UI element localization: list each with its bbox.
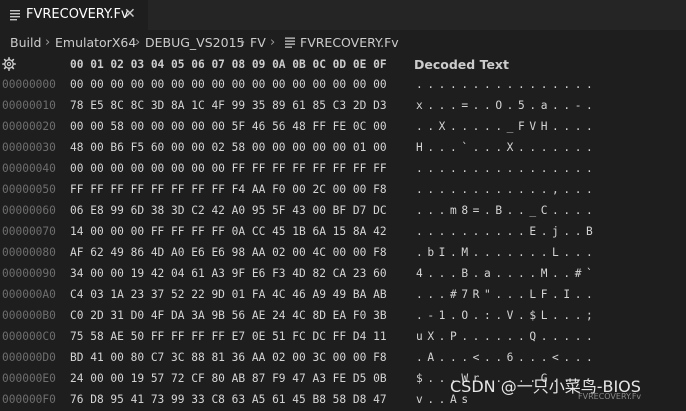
breadcrumb-item-fv[interactable]: FV	[250, 35, 266, 51]
hex-row[interactable]: 00000000 00 00 00 00 00 00 00 00 00 00 0…	[0, 76, 686, 96]
row-decoded-text[interactable]: ..X....._FVH....	[416, 120, 597, 133]
gear-icon[interactable]	[2, 57, 16, 71]
row-bytes[interactable]: 76 D8 95 41 73 99 33 C8 63 A5 61 45 B8 5…	[70, 393, 387, 406]
breadcrumb-separator: ›	[270, 35, 276, 50]
row-bytes[interactable]: 75 58 AE 50 FF FF FF FF E7 0E 51 FC DC F…	[70, 330, 387, 343]
row-bytes[interactable]: BD 41 00 80 C7 3C 88 81 36 AA 02 00 3C 0…	[70, 351, 387, 364]
breadcrumb-item-emulatorx64[interactable]: EmulatorX64	[55, 35, 136, 51]
hex-row[interactable]: 00000040 00 00 00 00 00 00 00 00 FF FF F…	[0, 160, 686, 180]
hex-row[interactable]: 000000B0 C0 2D 31 D0 4F DA 3A 9B 56 AE 2…	[0, 307, 686, 327]
breadcrumb-separator: ›	[135, 35, 141, 50]
row-decoded-text[interactable]: ................	[416, 162, 597, 175]
breadcrumb-item-build[interactable]: Build	[10, 35, 41, 51]
tab-fvrecovery[interactable]: FVRECOVERY.Fv ✕	[0, 0, 149, 30]
tab-strip: FVRECOVERY.Fv ✕	[0, 0, 686, 30]
row-bytes[interactable]: 00 00 58 00 00 00 00 00 5F 46 56 48 FF F…	[70, 120, 387, 133]
row-decoded-text[interactable]: .A...<..6...<...	[416, 351, 597, 364]
row-decoded-text[interactable]: 4...B.a....M..#`	[416, 267, 597, 280]
row-decoded-text[interactable]: ................	[416, 78, 597, 91]
row-offset: 00000010	[2, 99, 56, 112]
close-icon[interactable]: ✕	[124, 5, 136, 23]
row-offset: 000000D0	[2, 351, 56, 364]
row-bytes[interactable]: C4 03 1A 23 37 52 22 9D 01 FA 4C 46 A9 4…	[70, 288, 387, 301]
row-decoded-text[interactable]: x...=..O.5.a..-.	[416, 99, 597, 112]
breadcrumb-item-file[interactable]: FVRECOVERY.Fv	[300, 35, 399, 51]
row-bytes[interactable]: 00 00 00 00 00 00 00 00 FF FF FF FF FF F…	[70, 162, 387, 175]
row-offset: 000000B0	[2, 309, 56, 322]
row-offset: 000000C0	[2, 330, 56, 343]
hex-row[interactable]: 00000050 FF FF FF FF FF FF FF FF F4 AA F…	[0, 181, 686, 201]
hex-row[interactable]: 000000D0 BD 41 00 80 C7 3C 88 81 36 AA 0…	[0, 349, 686, 369]
row-offset: 00000050	[2, 183, 56, 196]
row-offset: 00000030	[2, 141, 56, 154]
decoded-text-header: Decoded Text	[414, 57, 509, 72]
row-offset: 000000E0	[2, 372, 56, 385]
breadcrumb-item-debug-vs2015[interactable]: DEBUG_VS2015	[145, 35, 244, 51]
hex-row[interactable]: 00000080 AF 62 49 86 4D A0 E6 E6 98 AA 0…	[0, 244, 686, 264]
row-offset: 00000090	[2, 267, 56, 280]
row-offset: 00000060	[2, 204, 56, 217]
row-bytes[interactable]: AF 62 49 86 4D A0 E6 E6 98 AA 02 00 4C 0…	[70, 246, 387, 259]
row-bytes[interactable]: C0 2D 31 D0 4F DA 3A 9B 56 AE 24 4C 8D E…	[70, 309, 387, 322]
file-lines-icon	[285, 37, 295, 48]
row-decoded-text[interactable]: ..........E.j..B	[416, 225, 597, 238]
row-decoded-text[interactable]: H...`...X.......	[416, 141, 597, 154]
row-decoded-text[interactable]: uX.P......Q.....	[416, 330, 597, 343]
row-decoded-text[interactable]: ...m8=.B.._C....	[416, 204, 597, 217]
row-offset: 00000000	[2, 78, 56, 91]
row-bytes[interactable]: 34 00 00 19 42 04 61 A3 9F E6 F3 4D 82 C…	[70, 267, 387, 280]
file-lines-icon	[10, 10, 20, 21]
row-bytes[interactable]: 24 00 00 19 57 72 CF 80 AB 87 F9 47 A3 F…	[70, 372, 387, 385]
breadcrumb-separator: ›	[45, 35, 51, 50]
hex-row[interactable]: 00000060 06 E8 99 6D 38 3D C2 42 A0 95 5…	[0, 202, 686, 222]
row-bytes[interactable]: 00 00 00 00 00 00 00 00 00 00 00 00 00 0…	[70, 78, 387, 91]
hex-row[interactable]: 000000C0 75 58 AE 50 FF FF FF FF E7 0E 5…	[0, 328, 686, 348]
row-offset: 00000020	[2, 120, 56, 133]
row-offset: 00000080	[2, 246, 56, 259]
row-bytes[interactable]: 78 E5 8C 8C 3D 8A 1C 4F 99 35 89 61 85 C…	[70, 99, 387, 112]
row-bytes[interactable]: 14 00 00 00 FF FF FF FF 0A CC 45 1B 6A 1…	[70, 225, 387, 238]
hex-row[interactable]: 00000020 00 00 58 00 00 00 00 00 5F 46 5…	[0, 118, 686, 138]
hex-row[interactable]: 00000010 78 E5 8C 8C 3D 8A 1C 4F 99 35 8…	[0, 97, 686, 117]
row-offset: 00000040	[2, 162, 56, 175]
row-bytes[interactable]: FF FF FF FF FF FF FF FF F4 AA F0 00 2C 0…	[70, 183, 387, 196]
row-bytes[interactable]: 06 E8 99 6D 38 3D C2 42 A0 95 5F 43 00 B…	[70, 204, 387, 217]
row-decoded-text[interactable]: .-1.O.:.V.$L...;	[416, 309, 597, 322]
breadcrumb: Build › EmulatorX64 › DEBUG_VS2015 › FV …	[0, 32, 686, 54]
row-bytes[interactable]: 48 00 B6 F5 60 00 00 02 58 00 00 00 00 0…	[70, 141, 387, 154]
row-offset: 000000A0	[2, 288, 56, 301]
hex-row[interactable]: 00000030 48 00 B6 F5 60 00 00 02 58 00 0…	[0, 139, 686, 159]
minimap-label: FVRECOVERY.Fv	[578, 392, 642, 401]
row-offset: 00000070	[2, 225, 56, 238]
row-decoded-text[interactable]: ...#7R"...LF.I..	[416, 288, 597, 301]
hex-row[interactable]: 000000A0 C4 03 1A 23 37 52 22 9D 01 FA 4…	[0, 286, 686, 306]
tab-label: FVRECOVERY.Fv	[26, 7, 129, 22]
hex-row[interactable]: 00000090 34 00 00 19 42 04 61 A3 9F E6 F…	[0, 265, 686, 285]
row-offset: 000000F0	[2, 393, 56, 406]
column-header-row: 00 01 02 03 04 05 06 07 08 09 0A 0B 0C 0…	[70, 58, 387, 71]
row-decoded-text[interactable]: ............,...	[416, 183, 597, 196]
row-decoded-text[interactable]: .bI.M.......L...	[416, 246, 597, 259]
hex-row[interactable]: 00000070 14 00 00 00 FF FF FF FF 0A CC 4…	[0, 223, 686, 243]
breadcrumb-separator: ›	[240, 35, 246, 50]
